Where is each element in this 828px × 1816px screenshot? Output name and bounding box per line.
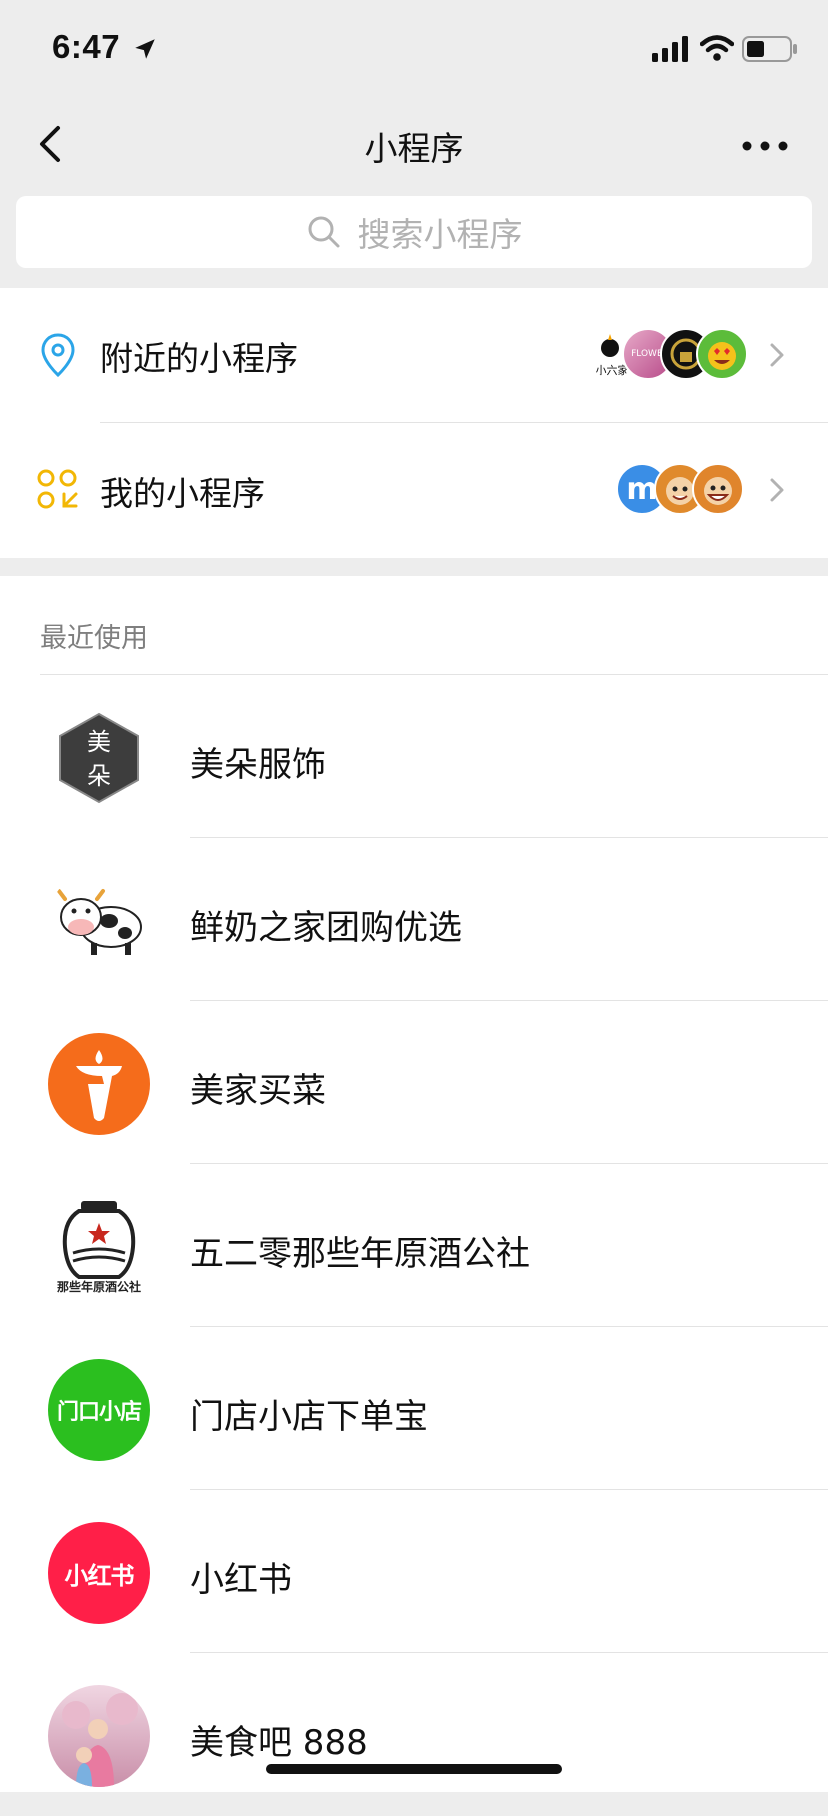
home-indicator[interactable]	[266, 1764, 562, 1774]
nearby-thumbnails: 小六家 FLOWER	[586, 328, 748, 380]
wine-jar-icon: 那些年原酒公社	[48, 1196, 150, 1298]
thumb-cartoon-2	[692, 463, 744, 515]
wifi-icon	[700, 35, 734, 61]
page-title: 小程序	[364, 129, 464, 168]
store-logo-icon: 门口小店	[48, 1359, 150, 1461]
recent-app-item[interactable]: 美 朵 美朵服饰	[0, 675, 828, 838]
search-placeholder: 搜索小程序	[357, 215, 523, 254]
chevron-right-icon	[770, 478, 784, 502]
chevron-right-icon	[770, 343, 784, 367]
my-mini-programs-label: 我的小程序	[100, 474, 265, 513]
more-dots-icon	[742, 141, 788, 151]
cow-icon	[48, 870, 150, 972]
recent-app-item[interactable]: 门口小店 门店小店下单宝	[0, 1327, 828, 1490]
meiduo-logo-icon: 美 朵	[48, 707, 150, 809]
app-name: 门店小店下单宝	[190, 1397, 428, 1437]
recent-app-item[interactable]: 小红书 小红书	[0, 1490, 828, 1653]
recent-app-item[interactable]: 美家买菜	[0, 1001, 828, 1164]
recent-app-item[interactable]: 鲜奶之家团购优选	[0, 838, 828, 1001]
location-arrow-icon	[135, 39, 155, 59]
svg-text:朵: 朵	[87, 762, 111, 790]
svg-text:那些年原酒公社: 那些年原酒公社	[57, 1279, 141, 1294]
app-name: 鲜奶之家团购优选	[190, 908, 462, 948]
more-button[interactable]	[730, 124, 800, 168]
status-time: 6:47	[52, 28, 121, 65]
app-name: 五二零那些年原酒公社	[190, 1234, 530, 1274]
my-thumbnails: m	[616, 463, 746, 515]
app-name: 小红书	[190, 1560, 292, 1600]
status-bar: 6:47	[0, 0, 828, 100]
recently-used-section: 最近使用 美 朵 美朵服饰 鲜奶之家团购优选 美家买菜 那些年原酒公社 五二零那…	[0, 576, 828, 1792]
xiaohongshu-logo-text: 小红书	[64, 1561, 135, 1590]
location-pin-icon	[41, 333, 75, 378]
xiaohongshu-logo-icon: 小红书	[48, 1522, 150, 1624]
cartoon-face-icon	[704, 477, 732, 505]
carrot-icon	[48, 1033, 150, 1135]
store-logo-text: 门口小店	[56, 1400, 142, 1425]
navigation-bar: 小程序	[0, 100, 828, 188]
recent-app-item[interactable]: 那些年原酒公社 五二零那些年原酒公社	[0, 1164, 828, 1327]
cellular-signal-icon	[652, 36, 688, 62]
svg-text:m: m	[626, 472, 657, 507]
app-name: 美朵服饰	[190, 745, 326, 785]
search-icon	[308, 216, 339, 248]
svg-text:美: 美	[87, 728, 111, 756]
app-name: 美家买菜	[190, 1071, 326, 1111]
mini-program-grid-icon	[37, 469, 78, 509]
nearby-mini-programs-row[interactable]: 附近的小程序 小六家 FLOWER	[0, 288, 828, 422]
nearby-mini-programs-label: 附近的小程序	[100, 339, 298, 378]
search-input[interactable]: 搜索小程序	[16, 196, 812, 268]
thumb-emoji	[696, 328, 748, 380]
app-name: 美食吧 888	[190, 1723, 368, 1763]
heart-eyes-emoji-icon	[708, 342, 736, 370]
photo-avatar-icon	[48, 1685, 150, 1787]
mini-program-entries: 附近的小程序 小六家 FLOWER 我的小程序 m	[0, 288, 828, 558]
my-mini-programs-row[interactable]: 我的小程序 m	[0, 423, 828, 557]
recent-title: 最近使用	[40, 623, 148, 654]
battery-icon	[742, 36, 797, 62]
